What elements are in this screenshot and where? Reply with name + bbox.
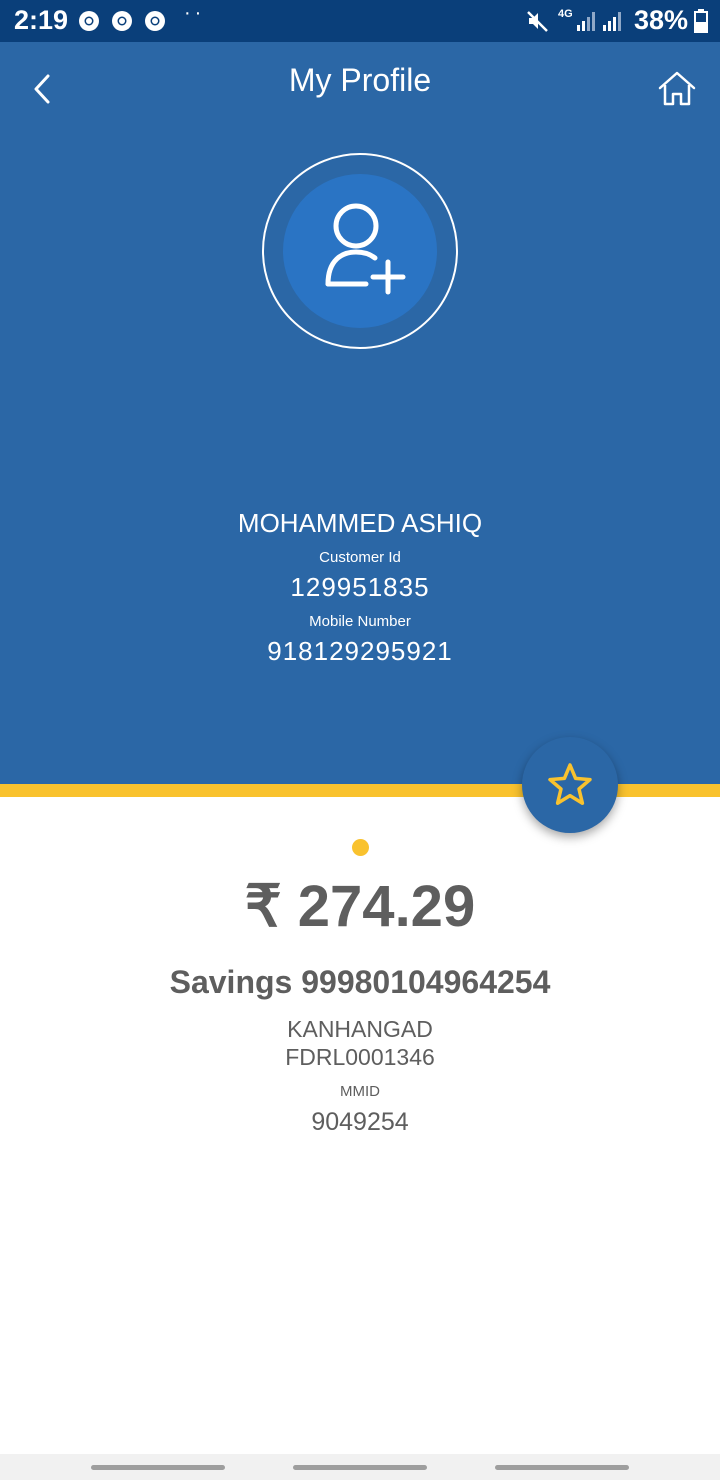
signal-icon: [577, 12, 595, 31]
mobile-number-label: Mobile Number: [309, 613, 411, 630]
account-type-number: Savings 99980104964254: [169, 964, 551, 1000]
chrome-icon: [112, 11, 132, 31]
avatar[interactable]: [262, 153, 458, 349]
profile-header: My Profile MOHAMMED ASHIQ Customer Id 12…: [0, 42, 720, 784]
add-user-icon: [325, 203, 406, 295]
home-icon: [658, 71, 696, 106]
account-balance: ₹ 274.29: [244, 874, 476, 939]
more-notifications-indicator: ··: [184, 2, 206, 24]
nav-recents-button[interactable]: [91, 1465, 225, 1470]
customer-id-value: 129951835: [290, 572, 430, 602]
battery-icon: [694, 9, 708, 33]
chrome-icon: [79, 11, 99, 31]
page-title: My Profile: [288, 62, 432, 98]
network-type-label: 4G: [558, 8, 573, 20]
status-bar: 2:19 ·· 4G 38%: [0, 0, 720, 42]
star-icon: [548, 763, 592, 805]
favorite-button[interactable]: [522, 737, 618, 833]
mute-icon: [527, 11, 548, 32]
nav-back-button[interactable]: [495, 1465, 629, 1470]
signal-icon: [603, 12, 621, 31]
mobile-number-value: 918129295921: [267, 636, 453, 666]
avatar-button[interactable]: [283, 174, 437, 328]
mmid-label: MMID: [340, 1083, 380, 1100]
system-navigation-bar: [0, 1454, 720, 1480]
system-status: 4G 38%: [520, 0, 720, 42]
customer-id-label: Customer Id: [319, 549, 401, 566]
ifsc-code: FDRL0001346: [285, 1044, 435, 1070]
chrome-icon: [145, 11, 165, 31]
nav-home-button[interactable]: [293, 1465, 427, 1470]
page-indicator-dot: [352, 839, 369, 856]
home-button[interactable]: [654, 66, 700, 112]
branch-name: KANHANGAD: [287, 1016, 433, 1042]
customer-name: MOHAMMED ASHIQ: [237, 508, 483, 538]
mmid-value: 9049254: [311, 1108, 409, 1136]
battery-percentage: 38%: [633, 5, 688, 35]
status-time: 2:19: [14, 5, 69, 35]
